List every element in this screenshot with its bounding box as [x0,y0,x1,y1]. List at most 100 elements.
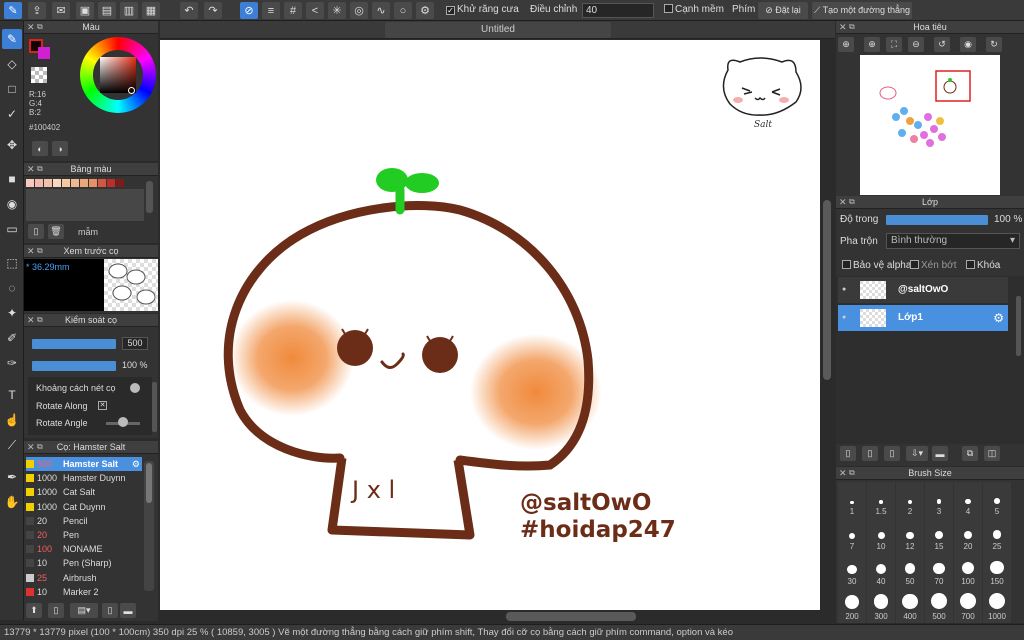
snap-circle-icon[interactable]: ◎ [350,2,368,19]
adjust-input[interactable]: 40 [582,3,654,18]
snap-radial-icon[interactable]: ✳ [328,2,346,19]
zoom-in-icon-2[interactable]: ⊕ [864,37,880,52]
close-icon[interactable]: ✕ [27,163,35,175]
close-icon[interactable]: ✕ [27,21,35,33]
brush-size-preset[interactable]: 1.5 [867,482,895,518]
brush-size-preset[interactable]: 5 [983,482,1011,518]
brush-settings-icon[interactable]: ⚙ [132,457,140,471]
snap-vanish-icon[interactable]: < [306,2,324,19]
color-settings-icon[interactable]: ◑ [52,141,68,156]
check-tool-icon[interactable]: ✓ [2,104,22,124]
palette-scrollbar[interactable] [146,181,153,213]
brush-size-preset[interactable]: 100 [954,552,982,588]
snap-icon[interactable]: ▣ [76,2,94,19]
gradient-tool-icon[interactable]: ▭ [2,219,22,239]
reset-rotate-icon[interactable]: ◉ [960,37,976,52]
brush-size-preset[interactable]: 7 [838,517,866,553]
brush-size-preset[interactable]: 400 [896,587,924,623]
brush-list-item[interactable]: 1000 Cat Duynn [26,500,142,514]
brush-opacity-slider[interactable] [32,361,116,371]
clipping-toggle[interactable]: Xén bớt [910,260,956,271]
palette-area[interactable] [26,189,144,221]
detach-icon[interactable]: ⧉ [37,21,43,33]
rotate-left-icon[interactable]: ↺ [934,37,950,52]
detach-icon[interactable]: ⧉ [37,441,43,453]
brush-list-item[interactable]: 25 Airbrush [26,571,142,585]
navigator-preview[interactable] [860,55,1000,195]
brush-tool-icon[interactable]: ✎ [2,29,22,49]
zoom-out-icon[interactable]: ⊖ [908,37,924,52]
rotate-along-checkbox[interactable]: ✕ [98,401,107,410]
brush-size-preset[interactable]: 50 [896,552,924,588]
detach-icon[interactable]: ⧉ [849,196,855,208]
secondary-color-swatch[interactable] [38,47,50,59]
brush-size-field[interactable]: 500 [122,337,148,350]
select-pen-tool-icon[interactable]: ✐ [2,328,22,348]
snap-cross-icon[interactable]: # [284,2,302,19]
brush-size-preset[interactable]: 700 [954,587,982,623]
brush-size-preset[interactable]: 150 [983,552,1011,588]
layer-row[interactable]: ● Lớp1 ⚙ [838,305,1008,331]
new-palette-icon[interactable]: ▯ [28,224,44,239]
detach-icon[interactable]: ⧉ [37,314,43,326]
snap-parallel-icon[interactable]: ≡ [262,2,280,19]
fit-view-icon[interactable]: ⛶ [886,37,902,52]
layer-scrollbar[interactable] [1016,296,1021,356]
palette-swatches[interactable] [26,179,144,187]
eyedropper-tool-icon[interactable]: ⟋ [2,435,22,455]
delete-palette-icon[interactable]: 🗑 [48,224,64,239]
layer-settings-icon[interactable]: ⚙ [993,305,1004,331]
detach-icon[interactable]: ⧉ [37,163,43,175]
brush-list-item[interactable]: 1000 Cat Salt [26,485,142,499]
brush-size-preset[interactable]: 1000 [983,587,1011,623]
undo-icon[interactable]: ↶ [180,2,198,19]
select-rect-tool-icon[interactable]: □ [2,79,22,99]
hue-wheel[interactable] [80,37,156,113]
redo-icon[interactable]: ↷ [204,2,222,19]
brush-menu-icon[interactable]: ▤▾ [70,603,98,618]
brush-size-slider[interactable] [32,339,116,349]
layer-opacity-slider[interactable] [886,215,988,225]
vertical-scrollbar[interactable] [820,40,834,610]
transparent-swatch[interactable] [31,67,47,83]
detach-icon[interactable]: ⧉ [849,467,855,479]
hand-tool-icon[interactable]: ✋ [2,492,22,512]
spacing-knob[interactable] [130,383,140,393]
select-eraser-tool-icon[interactable]: ✑ [2,353,22,373]
snap-curve-icon[interactable]: ∿ [372,2,390,19]
brush-size-preset[interactable]: 12 [896,517,924,553]
brush-size-preset[interactable]: 2 [896,482,924,518]
brush-list-item[interactable]: 500 Hamster Salt ⚙ [26,457,142,471]
brush-size-preset[interactable]: 200 [838,587,866,623]
chat-icon[interactable]: ✉ [52,2,70,19]
palette-icon[interactable]: ◐ [32,141,48,156]
protect-alpha-toggle[interactable]: Bảo vệ alpha [842,260,911,271]
text-tool-icon[interactable]: T [2,385,22,405]
close-icon[interactable]: ✕ [839,21,847,33]
brush-size-preset[interactable]: 500 [925,587,953,623]
new-layer-2-icon[interactable]: ▯ [862,446,878,461]
blend-mode-select[interactable]: Bình thường ▾ [886,233,1020,249]
layer-folder-icon[interactable]: ▬ [932,446,948,461]
brush-mode-icon[interactable]: ✎ [4,2,22,19]
brush-list-item[interactable]: 100 NONAME [26,542,142,556]
operation-tool-icon[interactable]: ☝ [2,410,22,430]
close-icon[interactable]: ✕ [27,314,35,326]
viewport-indicator[interactable] [935,70,971,102]
bucket-tool-icon[interactable]: ◉ [2,194,22,214]
brush-size-preset[interactable]: 10 [867,517,895,553]
brush-size-preset[interactable]: 20 [954,517,982,553]
new-layer-icon[interactable]: ▯ [840,446,856,461]
brush-size-preset[interactable]: 40 [867,552,895,588]
import-brush-icon[interactable]: ▯ [102,603,118,618]
detach-icon[interactable]: ⧉ [37,245,43,257]
close-icon[interactable]: ✕ [839,467,847,479]
antialias-toggle[interactable]: ✓ Khử răng cưa [446,4,519,15]
zoom-in-icon[interactable]: ⊕ [838,37,854,52]
settings-icon[interactable]: ▦ [142,2,160,19]
new-brush-icon[interactable]: ▯ [48,603,64,618]
drawing-canvas[interactable]: Salt J x l @saltOwO #hoidap247 [160,40,820,610]
save-icon[interactable]: ⇪ [28,2,46,19]
edge-toggle[interactable]: Cạnh mềm [664,4,724,15]
brush-list-item[interactable]: 20 Pencil [26,514,142,528]
